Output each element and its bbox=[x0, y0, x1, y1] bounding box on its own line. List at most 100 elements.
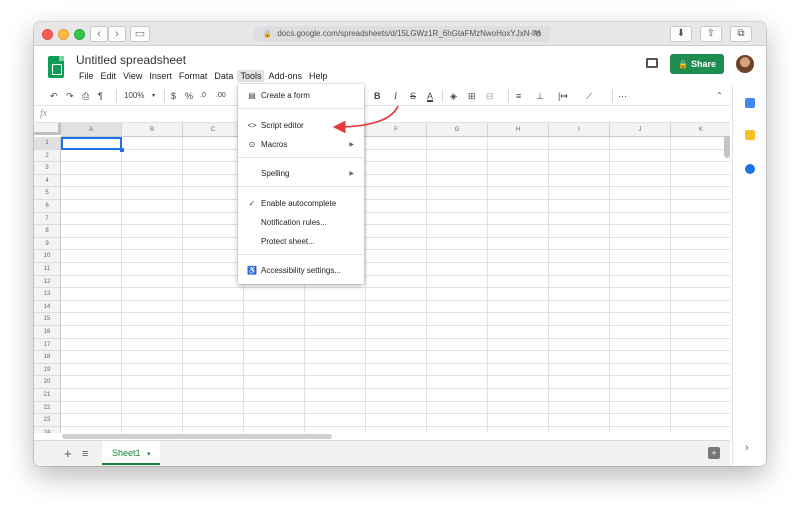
print-icon[interactable]: ⎙ bbox=[82, 89, 89, 103]
share-sheet-icon[interactable]: ⇧ bbox=[700, 26, 722, 42]
chevron-down-icon[interactable]: ▾ bbox=[147, 451, 151, 458]
column-header-h[interactable]: H bbox=[488, 123, 549, 137]
address-bar[interactable]: 🔒 docs.google.com/spreadsheets/d/15LGWz1… bbox=[254, 26, 550, 42]
row-header-10[interactable]: 10 bbox=[34, 250, 61, 263]
menu-item-enable-autocomplete[interactable]: ✓ Enable autocomplete bbox=[238, 196, 364, 212]
row-header-13[interactable]: 13 bbox=[34, 288, 61, 301]
menu-view[interactable]: View bbox=[120, 70, 145, 82]
tasks-icon[interactable] bbox=[745, 164, 755, 174]
text-rotate-icon[interactable]: ⟋ bbox=[586, 89, 592, 103]
column-header-b[interactable]: B bbox=[122, 123, 183, 137]
vertical-scrollbar[interactable] bbox=[724, 136, 730, 158]
row-header-11[interactable]: 11 bbox=[34, 263, 61, 276]
expand-panel-icon[interactable]: › bbox=[745, 442, 749, 454]
column-header-a[interactable]: A bbox=[61, 123, 122, 137]
reload-icon[interactable]: ↻ bbox=[534, 26, 542, 42]
back-button[interactable]: ‹ bbox=[90, 26, 108, 42]
spreadsheet-grid[interactable]: ABCDEFGHIJK12345678910111213141516171819… bbox=[34, 123, 730, 433]
vertical-align-icon[interactable]: ⊥ bbox=[536, 89, 544, 103]
zoom-window-button[interactable] bbox=[74, 29, 85, 40]
row-header-17[interactable]: 17 bbox=[34, 338, 61, 352]
explore-icon[interactable]: + bbox=[708, 447, 720, 459]
increase-decimal-button[interactable]: .00 bbox=[216, 89, 226, 103]
download-icon[interactable]: ⬇ bbox=[670, 26, 692, 42]
currency-format-button[interactable]: $ bbox=[171, 89, 176, 103]
calendar-icon[interactable] bbox=[745, 98, 755, 108]
menu-addons[interactable]: Add-ons bbox=[265, 70, 305, 82]
percent-format-button[interactable]: % bbox=[185, 89, 193, 103]
row-header-19[interactable]: 19 bbox=[34, 363, 61, 377]
column-header-c[interactable]: C bbox=[183, 123, 244, 137]
row-header-21[interactable]: 21 bbox=[34, 389, 61, 402]
merge-cells-icon[interactable]: ⊟ bbox=[486, 89, 494, 103]
avatar[interactable] bbox=[736, 55, 754, 73]
text-color-button[interactable]: A bbox=[427, 89, 433, 103]
column-header-f[interactable]: F bbox=[366, 123, 427, 137]
menu-format[interactable]: Format bbox=[176, 70, 211, 82]
active-cell-a1[interactable] bbox=[61, 137, 124, 152]
menu-item-spelling[interactable]: Spelling ▶ bbox=[238, 166, 364, 182]
menu-edit[interactable]: Edit bbox=[98, 70, 120, 82]
menu-data[interactable]: Data bbox=[211, 70, 236, 82]
formula-bar[interactable]: fx bbox=[34, 107, 730, 123]
keep-icon[interactable] bbox=[745, 130, 755, 140]
horizontal-align-icon[interactable]: ≡ bbox=[516, 89, 521, 103]
row-header-16[interactable]: 16 bbox=[34, 326, 61, 339]
decrease-decimal-button[interactable]: .0 bbox=[200, 89, 206, 103]
row-header-2[interactable]: 2 bbox=[34, 149, 61, 163]
menu-item-protect-sheet[interactable]: Protect sheet... bbox=[238, 234, 364, 250]
row-header-22[interactable]: 22 bbox=[34, 401, 61, 415]
sidebar-toggle-icon[interactable]: ▭ bbox=[130, 26, 150, 42]
minimize-window-button[interactable] bbox=[58, 29, 69, 40]
collapse-menus-icon[interactable]: ⌃ bbox=[716, 89, 723, 103]
select-all-corner[interactable] bbox=[34, 123, 61, 135]
row-header-14[interactable]: 14 bbox=[34, 300, 61, 314]
menu-insert[interactable]: Insert bbox=[146, 70, 175, 82]
italic-button[interactable]: I bbox=[394, 89, 397, 103]
row-header-9[interactable]: 9 bbox=[34, 237, 61, 251]
menu-help[interactable]: Help bbox=[306, 70, 331, 82]
bold-button[interactable]: B bbox=[374, 89, 381, 103]
row-header-23[interactable]: 23 bbox=[34, 414, 61, 427]
tabs-overview-icon[interactable]: ⧉ bbox=[730, 26, 752, 42]
comment-history-icon[interactable] bbox=[646, 58, 658, 68]
row-header-15[interactable]: 15 bbox=[34, 313, 61, 326]
row-header-4[interactable]: 4 bbox=[34, 174, 61, 188]
horizontal-scrollbar[interactable] bbox=[62, 434, 332, 439]
undo-icon[interactable]: ↶ bbox=[50, 89, 58, 103]
row-header-3[interactable]: 3 bbox=[34, 162, 61, 175]
column-header-i[interactable]: I bbox=[549, 123, 610, 137]
row-header-7[interactable]: 7 bbox=[34, 212, 61, 226]
menu-item-macros[interactable]: ⊙ Macros ▶ bbox=[238, 137, 364, 153]
sheet-tab[interactable]: Sheet1 ▾ bbox=[102, 441, 160, 465]
menu-tools[interactable]: Tools bbox=[237, 70, 265, 82]
paint-format-icon[interactable]: ¶ bbox=[98, 89, 103, 103]
more-options-button[interactable]: ··· bbox=[618, 89, 627, 103]
row-header-1[interactable]: 1 bbox=[34, 137, 61, 150]
strikethrough-button[interactable]: S bbox=[410, 89, 416, 103]
column-header-j[interactable]: J bbox=[610, 123, 671, 137]
share-button[interactable]: 🔒 Share bbox=[670, 54, 724, 74]
row-header-24[interactable]: 24 bbox=[34, 426, 61, 433]
row-header-6[interactable]: 6 bbox=[34, 200, 61, 213]
column-header-g[interactable]: G bbox=[427, 123, 488, 137]
menu-item-script-editor[interactable]: <> Script editor bbox=[238, 118, 364, 134]
menu-item-notification-rules[interactable]: Notification rules... bbox=[238, 215, 364, 231]
redo-icon[interactable]: ↷ bbox=[66, 89, 74, 103]
column-header-k[interactable]: K bbox=[671, 123, 730, 137]
all-sheets-icon[interactable]: ≡ bbox=[82, 448, 88, 460]
zoom-select[interactable]: 100% bbox=[124, 89, 144, 103]
row-header-8[interactable]: 8 bbox=[34, 225, 61, 238]
text-wrap-icon[interactable]: |↦ bbox=[558, 89, 568, 103]
menu-item-accessibility-settings[interactable]: ♿ Accessibility settings... bbox=[238, 263, 364, 279]
row-header-12[interactable]: 12 bbox=[34, 275, 61, 289]
forward-button[interactable]: › bbox=[108, 26, 126, 42]
menu-file[interactable]: File bbox=[76, 70, 97, 82]
fill-color-icon[interactable]: ◈ bbox=[450, 89, 457, 103]
row-header-20[interactable]: 20 bbox=[34, 376, 61, 389]
row-header-18[interactable]: 18 bbox=[34, 351, 61, 364]
menu-item-create-form[interactable]: ▤ Create a form bbox=[238, 88, 364, 104]
document-title[interactable]: Untitled spreadsheet bbox=[76, 53, 186, 67]
borders-icon[interactable]: ⊞ bbox=[468, 89, 476, 103]
row-header-5[interactable]: 5 bbox=[34, 187, 61, 200]
